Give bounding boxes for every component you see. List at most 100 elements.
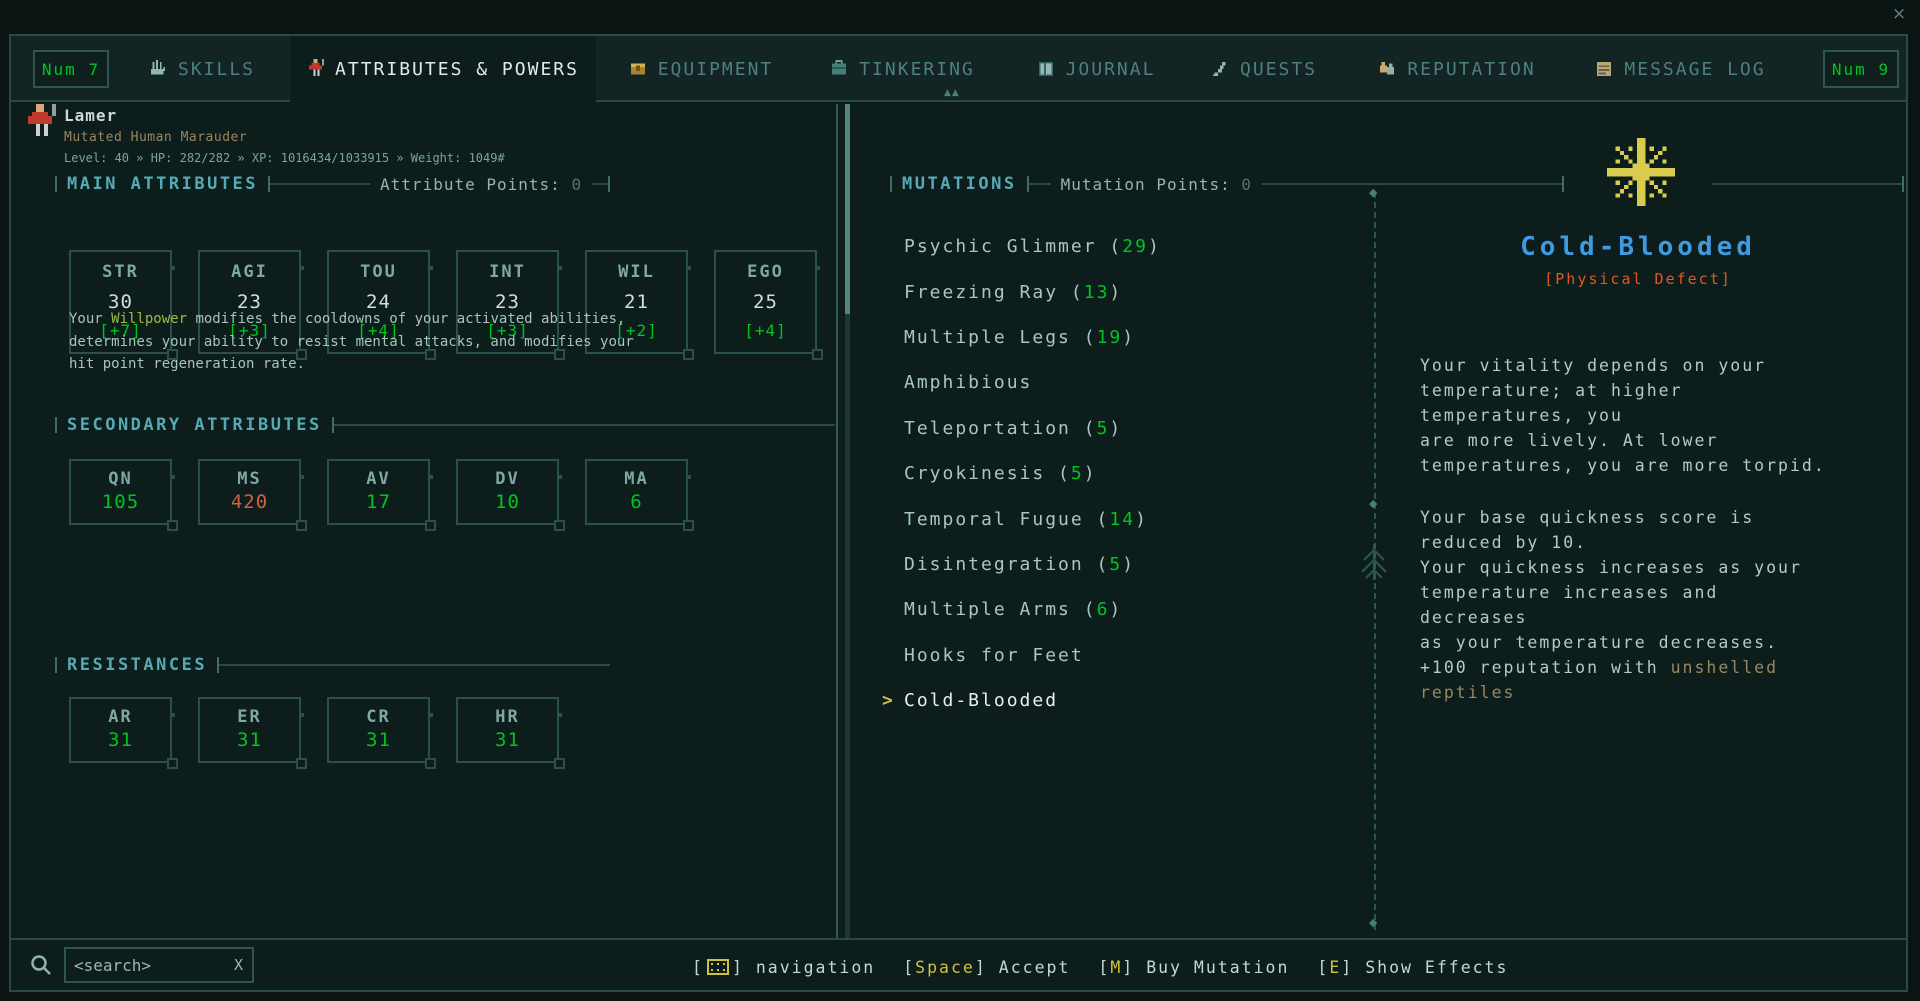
mutation-detail-paragraph-1: Your vitality depends on your temperatur… [1420, 356, 1826, 475]
mutation-name: Multiple Arms [904, 599, 1071, 621]
section-title: MUTATIONS [902, 174, 1017, 194]
tab-quests[interactable]: QUESTS [1206, 36, 1322, 102]
bracket: ] [731, 957, 744, 977]
attribute-value: 10 [495, 491, 520, 513]
attribute-abbr: WIL [618, 262, 655, 282]
close-icon[interactable]: × [1892, 4, 1906, 24]
character-stats-line: Level: 40 » HP: 282/282 » XP: 1016434/10… [64, 151, 505, 165]
hint-accept: [Space] Accept [903, 958, 1070, 977]
mutation-level-paren: ( [1070, 326, 1097, 348]
tab-label: JOURNAL [1065, 58, 1156, 80]
snowflake-icon [1607, 138, 1675, 206]
mutation-list-item[interactable]: Freezing Ray (13) [882, 269, 1161, 314]
tab-label: TINKERING [859, 58, 975, 80]
mutation-level-paren: ) [1122, 553, 1136, 575]
header-line [219, 664, 610, 666]
tab-reputation[interactable]: REPUTATION [1371, 36, 1543, 102]
bracket: [ [1317, 957, 1330, 977]
pager-next-button[interactable]: Num 9 [1823, 50, 1899, 88]
mutation-list-item[interactable]: Teleportation (5) [882, 406, 1161, 451]
attribute-abbr: INT [489, 262, 526, 282]
bracket: [ [692, 957, 704, 977]
player-sprite [28, 104, 56, 136]
tab-skills[interactable]: SKILLS [135, 36, 269, 102]
header-line [592, 183, 608, 185]
reputation-icon [1380, 61, 1395, 75]
hint-key: E [1329, 957, 1342, 977]
mutation-name: Teleportation [904, 417, 1071, 439]
attribute-box[interactable]: MA 6 [585, 459, 694, 531]
tab-label: REPUTATION [1407, 58, 1536, 80]
separator-diamond-icon: ◆ [1369, 186, 1378, 199]
mutation-level: 29 [1122, 236, 1148, 258]
mutation-list-item[interactable]: Disintegration (5) [882, 542, 1161, 587]
frost-branch-icon [1361, 544, 1387, 580]
mutation-list-item[interactable]: Hooks for Feet [882, 633, 1161, 678]
mutation-list-item[interactable]: Psychic Glimmer (29) [882, 224, 1161, 269]
mutation-name: Freezing Ray [904, 281, 1059, 303]
mutation-level: 14 [1109, 508, 1136, 530]
tab-label: SKILLS [177, 58, 256, 80]
mutation-level-paren: ( [1083, 553, 1110, 575]
attribute-box[interactable]: MS 420 [198, 459, 307, 531]
attribute-value: 420 [230, 491, 269, 513]
search-clear-button[interactable]: X [234, 956, 252, 974]
mutation-name: Psychic Glimmer [904, 236, 1097, 258]
mutation-list-item[interactable]: Multiple Legs (19) [882, 315, 1161, 360]
mutation-list-item[interactable]: Multiple Arms (6) [882, 587, 1161, 632]
mutation-level: 5 [1070, 463, 1084, 485]
attribute-box[interactable]: CR 31 [327, 697, 436, 769]
search-input[interactable] [66, 955, 234, 975]
mutation-level-paren: ( [1070, 417, 1097, 439]
tab-message-log[interactable]: MESSAGE LOG [1592, 36, 1769, 102]
mutation-points-value: 0 [1241, 174, 1253, 194]
attribute-value: 31 [237, 729, 262, 751]
mutation-level-paren: ) [1109, 417, 1123, 439]
header-tick [55, 417, 57, 433]
pager-prev-button[interactable]: Num 7 [33, 50, 109, 88]
mutation-name: Temporal Fugue [904, 508, 1084, 530]
attribute-box[interactable]: DV 10 [456, 459, 565, 531]
section-title: RESISTANCES [67, 655, 208, 675]
attribute-box[interactable]: HR 31 [456, 697, 565, 769]
bracket: ] [974, 957, 987, 977]
attribute-box[interactable]: AV 17 [327, 459, 436, 531]
main-attributes-header: MAIN ATTRIBUTES Attribute Points: 0 [55, 174, 610, 194]
mutation-level: 5 [1109, 553, 1123, 575]
tab-label: EQUIPMENT [657, 58, 774, 80]
attribute-box[interactable]: ER 31 [198, 697, 307, 769]
attribute-abbr: QN [108, 469, 133, 489]
tab-label: MESSAGE LOG [1624, 58, 1766, 80]
mutation-level-paren: ) [1109, 281, 1123, 303]
scrollbar-thumb[interactable] [845, 104, 850, 314]
mutation-list-item[interactable]: Cryokinesis (5) [882, 451, 1161, 496]
mutation-list-item[interactable]: > Cold-Blooded [882, 678, 1161, 723]
character-icon [309, 58, 324, 76]
character-subtitle: Mutated Human Marauder [64, 130, 248, 145]
hint-label: navigation [755, 957, 876, 977]
mutation-detail-paragraph-2: Your base quickness score is reduced by … [1420, 508, 1802, 702]
mutation-points: Mutation Points: 0 [1060, 174, 1253, 194]
tab-equipment[interactable]: EQUIPMENT [618, 36, 784, 102]
attribute-box[interactable]: QN 105 [69, 459, 178, 531]
footer-divider [11, 938, 1906, 940]
hint-navigation: [ ] navigation [692, 958, 875, 977]
quest-icon [1212, 61, 1226, 77]
mutation-list-item[interactable]: Temporal Fugue (14) [882, 496, 1161, 541]
hint-key: Space [915, 957, 975, 977]
resistances-row: AR 31 ER 31 CR 31 HR 31 [69, 697, 565, 769]
mutations-header: MUTATIONS Mutation Points: 0 [890, 174, 1904, 194]
tab-attributes-powers[interactable]: ATTRIBUTES & POWERS [290, 36, 596, 102]
attribute-box[interactable]: AR 31 [69, 697, 178, 769]
attribute-abbr: AR [108, 707, 133, 727]
mutation-level-paren: ) [1109, 599, 1123, 621]
skills-icon [150, 60, 166, 75]
hint-key: M [1110, 957, 1123, 977]
secondary-attributes-header: SECONDARY ATTRIBUTES [55, 415, 835, 435]
tab-label: ATTRIBUTES & POWERS [335, 58, 579, 80]
mutation-list-item[interactable]: Amphibious [882, 360, 1161, 405]
attribute-abbr: MS [237, 469, 262, 489]
tab-journal[interactable]: JOURNAL [1029, 36, 1163, 102]
attribute-value: 31 [495, 729, 520, 751]
mutation-level-paren: ( [1083, 508, 1110, 530]
